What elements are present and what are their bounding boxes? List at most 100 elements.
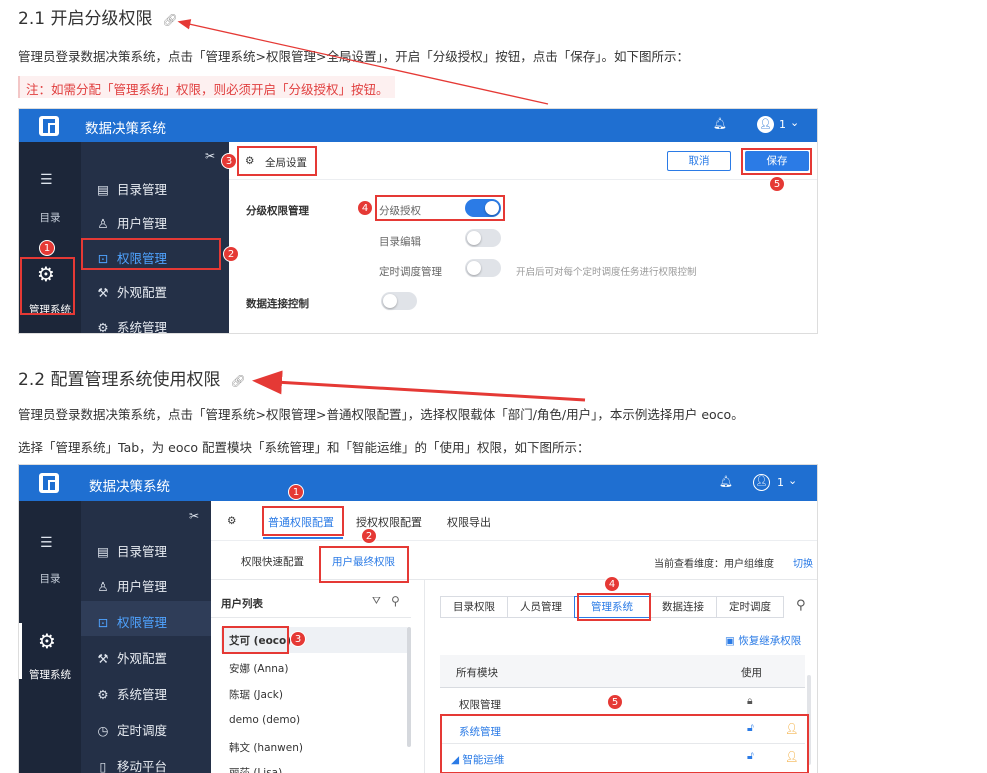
- annotation-box-2: [81, 238, 221, 270]
- perm-tab-catalog[interactable]: 目录权限: [440, 596, 508, 618]
- annotation-box-5: [741, 148, 812, 175]
- user-item-demo[interactable]: demo (demo): [229, 714, 300, 726]
- anchor-link-icon[interactable]: 🔗︎: [230, 374, 245, 388]
- perm-tab-data-conn[interactable]: 数据连接: [649, 596, 717, 618]
- dimension-label: 当前查看维度：用户组维度: [654, 559, 774, 570]
- annotation-badge-1: 1: [39, 240, 55, 256]
- menu-item-users[interactable]: ♙ 用户管理: [95, 576, 167, 595]
- catalog-edit-label: 目录编辑: [379, 236, 421, 248]
- annotation-box-1: [262, 506, 344, 536]
- user-avatar-icon[interactable]: 👤︎: [757, 116, 774, 133]
- schedule-mgmt-toggle[interactable]: [465, 259, 501, 277]
- search-icon[interactable]: ⚲: [796, 598, 806, 613]
- rail-sidebar: ☰ 目录 ⚙︎ 管理系统: [19, 501, 81, 773]
- user-list-scrollbar[interactable]: [407, 627, 411, 747]
- app-logo: [39, 473, 59, 493]
- annotation-badge-2: 2: [361, 528, 377, 544]
- data-conn-toggle[interactable]: [381, 292, 417, 310]
- hier-mgmt-label: 分级权限管理: [246, 205, 309, 217]
- user-item-jack[interactable]: 陈琚 (Jack): [229, 687, 283, 702]
- catalog-edit-toggle[interactable]: [465, 229, 501, 247]
- rail-catalog-label[interactable]: 目录: [19, 210, 81, 225]
- module-permission-mgmt: 权限管理: [459, 699, 501, 711]
- clock-icon: ◷: [97, 723, 109, 738]
- rail-manage-label[interactable]: 管理系统: [19, 667, 81, 682]
- user-count: 1: [779, 118, 786, 131]
- lock-closed-icon: 🔒︎: [747, 695, 753, 707]
- annotation-badge-4: 4: [357, 200, 373, 216]
- user-avatar-icon[interactable]: 👤︎: [753, 474, 770, 491]
- menu-item-system[interactable]: ⚙ 系统管理: [95, 317, 167, 334]
- menu-item-system[interactable]: ⚙ 系统管理: [95, 684, 167, 703]
- app-topbar: 数据决策系统 🔔︎ 👤︎ 1 ⌄: [19, 109, 817, 142]
- annotation-box-3: [222, 626, 289, 654]
- schedule-mgmt-label: 定时调度管理: [379, 266, 442, 278]
- restore-icon: ▣: [725, 635, 739, 647]
- menu-item-mobile[interactable]: ▯ 移动平台: [95, 756, 167, 773]
- col-use-header: 使用: [741, 667, 762, 679]
- perm-tab-personnel[interactable]: 人员管理: [507, 596, 575, 618]
- menu-item-permissions[interactable]: ⊡ 权限管理: [95, 612, 167, 631]
- gear-icon[interactable]: ⚙︎: [38, 629, 56, 653]
- menu-item-catalog[interactable]: ▤ 目录管理: [95, 541, 167, 560]
- filter-icon[interactable]: ⛛: [372, 595, 381, 608]
- tab-quick-config[interactable]: 权限快速配置: [241, 554, 304, 569]
- user-item-lisa[interactable]: 丽莎 (Lisa): [229, 765, 282, 773]
- user-item-hanwen[interactable]: 韩文 (hanwen): [229, 740, 303, 755]
- data-conn-label: 数据连接控制: [246, 298, 309, 310]
- menu-item-users[interactable]: ♙ 用户管理: [95, 213, 167, 232]
- settings-icon: ⚙: [97, 320, 109, 334]
- app-title: 数据决策系统: [89, 479, 170, 495]
- warning-note: 注：如需分配「管理系统」权限，则必须开启「分级授权」按钮。: [18, 76, 395, 98]
- user-count: 1: [777, 476, 784, 489]
- annotation-box-1: [20, 257, 75, 315]
- user-icon: ♙: [97, 579, 109, 594]
- menu-item-appearance[interactable]: ⚒ 外观配置: [95, 282, 167, 301]
- bell-icon[interactable]: 🔔︎: [713, 117, 727, 130]
- user-list-title: 用户列表: [221, 598, 263, 610]
- section1-paragraph: 管理员登录数据决策系统，点击「管理系统>权限管理>全局设置」，开启「分级授权」按…: [18, 49, 689, 64]
- screenshot-global-settings: 数据决策系统 🔔︎ 👤︎ 1 ⌄ ☰ 目录 ⚙︎ 管理系统 ✂︎ ▤ 目录管理 ♙…: [18, 108, 818, 334]
- annotation-badge-5: 5: [769, 176, 785, 192]
- list-icon[interactable]: ☰: [40, 172, 53, 188]
- phone-icon: ▯: [99, 759, 107, 773]
- brush-icon: ⚒: [97, 285, 109, 300]
- arrow-to-heading-2: [252, 370, 586, 402]
- cancel-button[interactable]: 取消: [667, 151, 731, 171]
- annotation-box-4: [375, 195, 505, 221]
- restore-inherit-link[interactable]: ▣ 恢复继承权限: [725, 633, 801, 648]
- settings-gear-icon: ⚙: [227, 515, 237, 527]
- pin-icon[interactable]: ✂︎: [205, 149, 215, 163]
- schedule-hint: 开启后可对每个定时调度任务进行权限控制: [516, 267, 697, 278]
- list-icon[interactable]: ☰: [40, 535, 53, 551]
- annotation-box-5: [440, 714, 809, 773]
- section-heading-2-2: 2.2 配置管理系统使用权限 🔗︎: [18, 365, 246, 390]
- settings-icon: ⚙: [97, 687, 109, 702]
- app-logo: [39, 116, 59, 136]
- annotation-box-3: [237, 146, 317, 176]
- switch-link[interactable]: 切换: [793, 555, 813, 570]
- menu-item-catalog[interactable]: ▤ 目录管理: [95, 179, 167, 198]
- perm-tab-schedule[interactable]: 定时调度: [716, 596, 784, 618]
- tab-permission-export[interactable]: 权限导出: [447, 514, 491, 530]
- brush-icon: ⚒: [97, 651, 109, 666]
- user-item-anna[interactable]: 安娜 (Anna): [229, 661, 288, 676]
- menu-item-appearance[interactable]: ⚒ 外观配置: [95, 648, 167, 667]
- anchor-link-icon[interactable]: 🔗︎: [162, 13, 177, 27]
- search-icon[interactable]: ⚲: [391, 594, 400, 608]
- bell-icon[interactable]: 🔔︎: [719, 475, 733, 488]
- chevron-down-icon[interactable]: ⌄: [790, 116, 799, 129]
- annotation-badge-2: 2: [223, 246, 239, 262]
- heading-text: 2.1 开启分级权限: [18, 9, 153, 29]
- menu-item-schedule[interactable]: ◷ 定时调度: [95, 720, 167, 739]
- annotation-box-2: [319, 546, 409, 583]
- pin-icon[interactable]: ✂︎: [189, 509, 199, 523]
- menu-sidebar: ✂︎ ▤ 目录管理 ♙ 用户管理 ⊡ 权限管理 ⚒ 外观配置 ⚙ 系统管理 ◷ 定时调度 ▯…: [81, 501, 211, 773]
- lock-icon: ⊡: [97, 615, 109, 630]
- rail-catalog-label[interactable]: 目录: [19, 571, 81, 586]
- annotation-badge-1: 1: [288, 484, 304, 500]
- annotation-badge-3: 3: [221, 153, 237, 169]
- section2-paragraph-2: 选择「管理系统」Tab，为 eoco 配置模块「系统管理」和「智能运维」的「使用…: [18, 440, 590, 455]
- chevron-down-icon[interactable]: ⌄: [788, 474, 797, 487]
- annotation-badge-3: 3: [290, 631, 306, 647]
